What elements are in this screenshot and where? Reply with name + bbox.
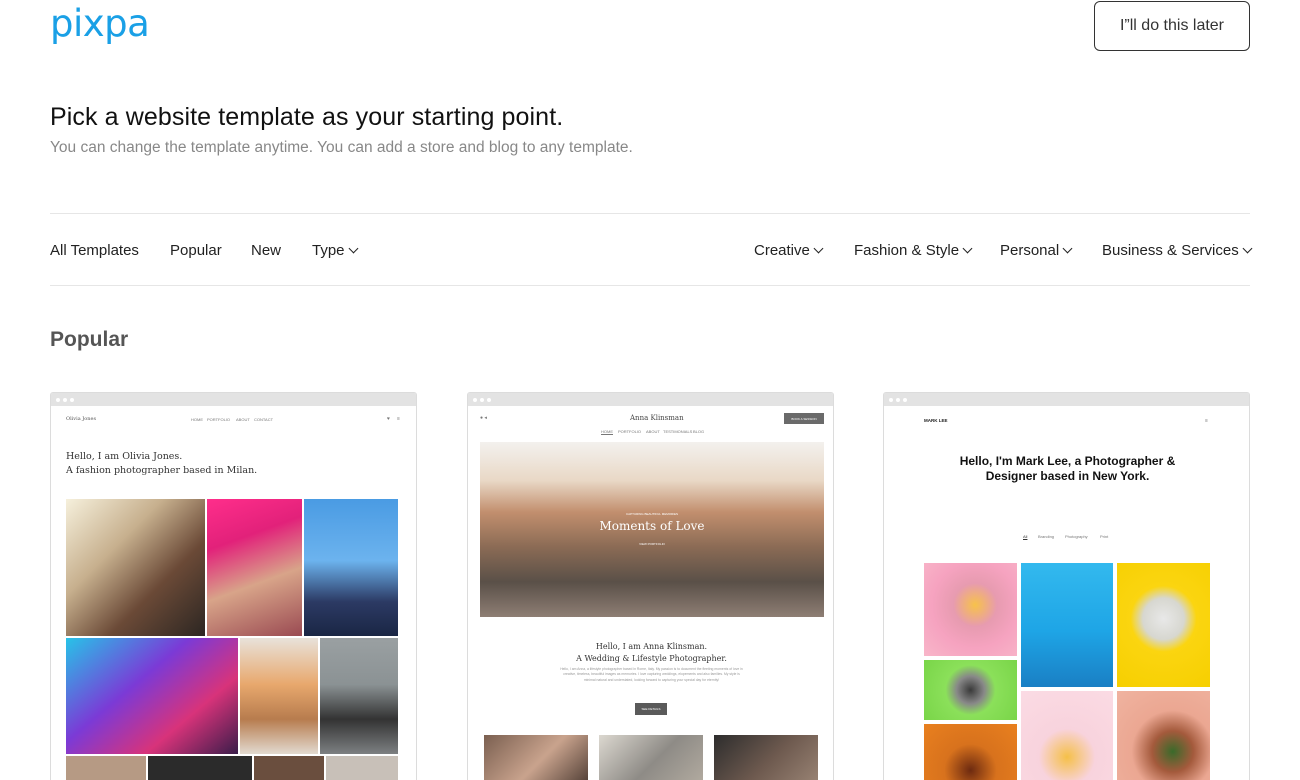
filter-popular[interactable]: Popular [170, 242, 222, 259]
menu-icon: ≡ [397, 416, 400, 422]
chevron-down-icon [962, 243, 973, 254]
hero-small-text: CAPTURING BEAUTIFUL MEMORIES [625, 512, 679, 516]
photo-thumbnail [599, 735, 703, 780]
filter-personal-dropdown[interactable]: Personal [1000, 242, 1073, 259]
window-dot-icon [903, 397, 907, 402]
heart-icon: ♥ [387, 416, 390, 422]
photo-thumbnail [714, 735, 818, 780]
photo-orange [924, 724, 1017, 780]
pixpa-logo[interactable]: pixpa [50, 2, 150, 45]
preview-nav-item: TESTIMONIALS [663, 429, 693, 434]
photo-bottom [254, 756, 324, 780]
preview-intro-line: A Wedding & Lifestyle Photographer. [576, 654, 727, 663]
photo-woman-sunlight [66, 499, 205, 636]
preview-nav-item: HOME [191, 417, 203, 422]
browser-bar [884, 393, 1249, 406]
photo-pink-hand [1021, 691, 1113, 780]
preview-nav-item: PORTFOLIO [207, 417, 231, 422]
section-title-popular: Popular [50, 328, 129, 351]
filter-label: New [251, 242, 282, 259]
filter-label: Business & Services [1102, 242, 1239, 259]
filter-label: Creative [754, 242, 810, 259]
photo-bottom [326, 756, 398, 780]
template-card-anna-klinsman[interactable]: ● ◂ Anna Klinsman BOOK A SESSION HOME PO… [467, 392, 834, 780]
photo-green-fork [924, 660, 1017, 720]
photo-yellow-controller [1117, 563, 1210, 687]
browser-bar [51, 393, 416, 406]
chevron-down-icon [348, 243, 358, 254]
preview-nav-item: PORTFOLIO [618, 429, 642, 434]
photo-bottom [148, 756, 252, 780]
preview-nav-item: ABOUT [236, 417, 250, 422]
window-dot-icon [896, 397, 900, 402]
preview-site-name: Anna Klinsman [630, 414, 684, 422]
filter-fashion-style-dropdown[interactable]: Fashion & Style [854, 242, 973, 259]
chevron-down-icon [1062, 243, 1073, 254]
preview-intro-line: Hello, I am Olivia Jones. [66, 451, 183, 462]
filter-label: Popular [170, 242, 222, 259]
preview-intro-line: A fashion photographer based in Milan. [66, 465, 258, 476]
hero-title: Moments of Love [599, 519, 705, 533]
window-dot-icon [889, 397, 893, 402]
preview-site-name: Olivia Jones [66, 416, 97, 422]
preview-tab: Print [1100, 534, 1109, 539]
window-dot-icon [473, 397, 477, 402]
preview-nav-item: BLOG [693, 429, 705, 434]
preview-see-details-button: SEE DETAILS [635, 703, 667, 715]
menu-icon: ≡ [1205, 418, 1208, 424]
preview-heading: Hello, I'm Mark Lee, a Photographer & De… [959, 454, 1176, 483]
chevron-down-icon [813, 243, 824, 254]
photo-thumbnail [484, 735, 588, 780]
template-card-mark-lee[interactable]: MARK LEE ≡ Hello, I'm Mark Lee, a Photog… [883, 392, 1250, 780]
preview-cta-button: BOOK A SESSION [784, 413, 824, 424]
preview-nav-item: HOME [601, 429, 613, 434]
preview-site-name: MARK LEE [924, 418, 948, 423]
filter-type-dropdown[interactable]: Type [312, 242, 358, 259]
hero-button: VIEW PORTFOLIO [639, 542, 665, 546]
hero-image-couple: CAPTURING BEAUTIFUL MEMORIES Moments of … [480, 442, 824, 617]
filter-label: Fashion & Style [854, 242, 960, 259]
window-dot-icon [70, 397, 74, 402]
window-dot-icon [487, 397, 491, 402]
preview-tab: Photography [1065, 534, 1088, 539]
page-subtitle: You can change the template anytime. You… [50, 139, 633, 156]
window-dot-icon [56, 397, 60, 402]
photo-curly-hair [240, 638, 318, 754]
template-card-olivia-jones[interactable]: Olivia Jones HOME PORTFOLIO ABOUT CONTAC… [50, 392, 417, 780]
photo-blue-bottles [1021, 563, 1113, 687]
photo-sunglasses-plant [1117, 691, 1210, 780]
preview-tab: Branding [1038, 534, 1055, 539]
preview-nav-item: ABOUT [646, 429, 660, 434]
template-filter-bar: All Templates Popular New Type Creative … [50, 213, 1253, 286]
photo-man-blue-sky [304, 499, 398, 636]
window-dot-icon [63, 397, 67, 402]
preview-tab: All [1023, 534, 1028, 539]
do-this-later-button[interactable]: I”ll do this later [1094, 1, 1250, 51]
social-icon: ● ◂ [480, 415, 487, 421]
preview-intro-line: Hello, I am Anna Klinsman. [595, 642, 708, 651]
preview-nav-item: CONTACT [254, 417, 274, 422]
window-dot-icon [480, 397, 484, 402]
preview-body-text: Hello, I am Anna, a lifestyle photograph… [560, 667, 743, 682]
filter-label: Personal [1000, 242, 1060, 259]
filter-new[interactable]: New [251, 242, 281, 259]
chevron-down-icon [1242, 243, 1253, 254]
photo-neon-lights [66, 638, 238, 754]
filter-business-services-dropdown[interactable]: Business & Services [1102, 242, 1253, 259]
filter-label: All Templates [50, 242, 139, 259]
filter-label: Type [312, 242, 345, 259]
photo-bottom [66, 756, 146, 780]
photo-doorway [320, 638, 398, 754]
filter-all-templates[interactable]: All Templates [50, 242, 139, 259]
browser-bar [468, 393, 833, 406]
page-title: Pick a website template as your starting… [50, 103, 564, 131]
filter-creative-dropdown[interactable]: Creative [754, 242, 824, 259]
photo-pink-pineapple [924, 563, 1017, 656]
photo-neon-sunglasses [207, 499, 302, 636]
